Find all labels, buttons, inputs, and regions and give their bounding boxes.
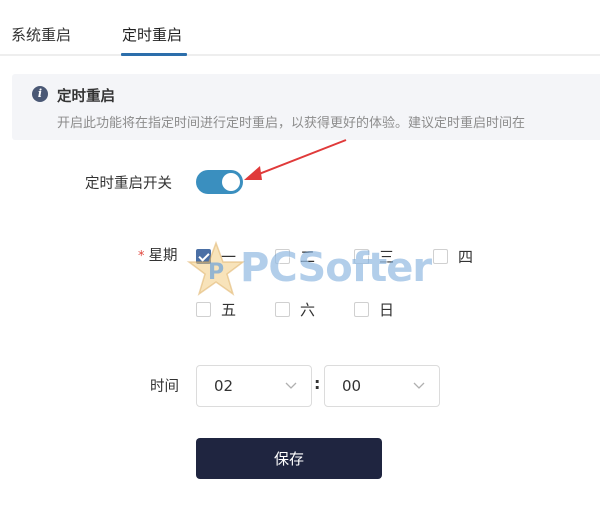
scheduled-restart-switch[interactable] <box>196 170 243 194</box>
hour-select[interactable]: 02 <box>196 365 312 407</box>
alert-description: 开启此功能将在指定时间进行定时重启，以获得更好的体验。建议定时重启时间在 <box>57 116 526 131</box>
checkbox-box[interactable] <box>433 249 448 264</box>
checkbox-label: 一 <box>221 248 237 266</box>
checkbox-monday[interactable]: 一 <box>196 246 236 267</box>
switch-label: 定时重启开关 <box>85 176 172 192</box>
hour-value: 02 <box>214 377 234 395</box>
checkbox-label: 六 <box>300 301 316 319</box>
checkbox-label: 四 <box>458 248 474 266</box>
checkbox-box[interactable] <box>275 302 290 317</box>
checkbox-friday[interactable]: 五 <box>196 299 236 320</box>
annotation-arrow-icon <box>244 139 347 180</box>
checkbox-box[interactable] <box>354 302 369 317</box>
alert-title: 定时重启 <box>57 89 115 105</box>
checkbox-sunday[interactable]: 日 <box>354 299 394 320</box>
tab-bar: 系统重启 定时重启 <box>0 0 600 56</box>
checkbox-label: 二 <box>300 248 316 266</box>
checkbox-tuesday[interactable]: 二 <box>275 246 315 267</box>
info-alert: i 定时重启 开启此功能将在指定时间进行定时重启，以获得更好的体验。建议定时重启… <box>12 74 600 140</box>
checkbox-box[interactable] <box>354 249 369 264</box>
watermark-text: PCSofter <box>240 245 432 291</box>
chevron-down-icon <box>285 382 297 389</box>
chevron-down-icon <box>413 382 425 389</box>
checkbox-label: 五 <box>221 301 237 319</box>
tab-scheduled-restart[interactable]: 定时重启 <box>122 24 182 45</box>
minute-select[interactable]: 00 <box>324 365 440 407</box>
switch-knob <box>222 173 240 191</box>
checkbox-box[interactable] <box>196 302 211 317</box>
required-mark: * <box>138 249 145 264</box>
active-tab-indicator <box>121 53 187 56</box>
time-separator: : <box>314 374 321 393</box>
checkbox-saturday[interactable]: 六 <box>275 299 315 320</box>
checkbox-box[interactable] <box>196 249 211 264</box>
checkbox-label: 三 <box>379 248 395 266</box>
week-label: * 星期 <box>138 248 178 264</box>
checkbox-box[interactable] <box>275 249 290 264</box>
tab-system-restart[interactable]: 系统重启 <box>11 24 71 45</box>
minute-value: 00 <box>342 377 362 395</box>
save-button[interactable]: 保存 <box>196 438 382 479</box>
checkbox-wednesday[interactable]: 三 <box>354 246 394 267</box>
checkbox-label: 日 <box>379 301 395 319</box>
time-label: 时间 <box>150 379 179 395</box>
info-icon: i <box>32 86 48 102</box>
checkbox-thursday[interactable]: 四 <box>433 246 473 267</box>
